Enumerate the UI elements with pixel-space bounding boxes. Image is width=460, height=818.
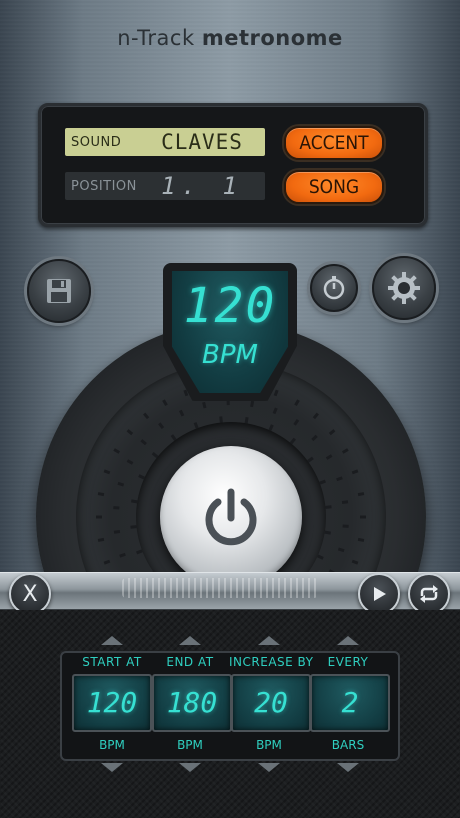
dial-tick (357, 492, 365, 497)
sound-selector[interactable]: SOUND CLAVES (65, 128, 265, 156)
end-at-value[interactable]: 180 (152, 674, 232, 732)
dial-tick (272, 407, 278, 415)
dial-tick (341, 500, 349, 505)
dial-tick (97, 537, 105, 542)
dial-tick (325, 505, 332, 509)
dial-tick (325, 454, 333, 460)
gear-icon (388, 272, 420, 304)
dial-tick (113, 448, 121, 454)
dial-tick (312, 412, 319, 420)
drag-grip[interactable] (122, 578, 318, 598)
dial-tick (119, 552, 126, 558)
end-at-unit: BPM (177, 738, 203, 752)
dial-tick (158, 422, 165, 429)
start-at-unit: BPM (99, 738, 125, 752)
dial-tick (351, 559, 359, 565)
dial-tick (319, 479, 326, 485)
loop-icon (420, 585, 438, 603)
dial-tick (202, 401, 207, 409)
position-display: POSITION 1. 1 (65, 172, 265, 200)
loop-button[interactable] (408, 573, 450, 615)
dial-tick (328, 429, 336, 436)
increase-by-header: INCREASE BY (229, 655, 314, 669)
dial-tick (317, 554, 324, 560)
dial-tick (183, 389, 189, 397)
dial-tick (103, 559, 111, 565)
bpm-value[interactable]: 120 (172, 278, 288, 334)
increase-by-up-arrow-icon[interactable] (258, 636, 280, 645)
bpm-unit-label: BPM (202, 340, 258, 370)
every-down-arrow-icon[interactable] (337, 763, 359, 772)
dial-tick (273, 389, 279, 397)
dial-tick (336, 476, 343, 482)
dial-tick (179, 409, 185, 417)
timer-icon (323, 276, 345, 300)
play-button[interactable] (358, 573, 400, 615)
dial-tick (351, 469, 359, 475)
timer-button[interactable] (310, 264, 358, 312)
start-at-down-arrow-icon[interactable] (101, 763, 123, 772)
every-unit: BARS (331, 738, 365, 752)
end-at-header: END AT (166, 655, 214, 669)
save-icon (47, 279, 71, 303)
accent-button[interactable]: ACCENT (284, 126, 384, 160)
song-button[interactable]: SONG (284, 170, 384, 204)
app-title-light: n-Track (117, 26, 195, 50)
save-button[interactable] (27, 259, 91, 323)
dial-tick (126, 459, 134, 465)
increase-by-unit: BPM (256, 738, 282, 752)
every-value[interactable]: 2 (310, 674, 390, 732)
power-icon (205, 488, 257, 546)
dial-tick (324, 530, 331, 535)
sound-label: SOUND (71, 134, 122, 150)
dial-tick (311, 434, 318, 442)
settings-button[interactable] (372, 256, 436, 320)
start-at-up-arrow-icon[interactable] (101, 636, 123, 645)
display-panel: SOUND CLAVES POSITION 1. 1 ACCENT SONG (38, 103, 428, 227)
increase-by-value[interactable]: 20 (231, 674, 311, 732)
end-at-down-arrow-icon[interactable] (179, 763, 201, 772)
start-at-header: START AT (82, 655, 142, 669)
sound-value: CLAVES (161, 130, 243, 154)
dial-tick (113, 529, 121, 534)
dial-tick (289, 437, 296, 445)
position-value: 1. 1 (161, 172, 243, 200)
increase-by-down-arrow-icon[interactable] (258, 763, 280, 772)
app-title-bold: metronome (201, 26, 343, 50)
dial-tick (162, 399, 168, 407)
close-icon: X (22, 581, 38, 607)
dial-tick (103, 469, 111, 475)
dial-tick (341, 448, 349, 454)
close-button[interactable]: X (9, 573, 51, 615)
app-title: n-Track metronome (0, 26, 460, 50)
dial-tick (143, 412, 150, 420)
power-button[interactable] (160, 446, 302, 588)
dial-tick (337, 547, 345, 553)
end-at-up-arrow-icon[interactable] (179, 636, 201, 645)
dial-tick (293, 418, 300, 426)
dial-tick (307, 456, 314, 463)
dial-tick (126, 429, 134, 436)
dial-tick (294, 399, 300, 407)
dial-tick (140, 439, 147, 446)
position-label: POSITION (71, 178, 137, 194)
play-icon (374, 587, 386, 601)
dial-tick (250, 400, 255, 408)
start-at-value[interactable]: 120 (72, 674, 152, 732)
dial-tick (357, 537, 365, 542)
every-header: EVERY (327, 655, 369, 669)
every-up-arrow-icon[interactable] (337, 636, 359, 645)
dial-tick (117, 481, 125, 487)
dial-tick (97, 492, 105, 497)
